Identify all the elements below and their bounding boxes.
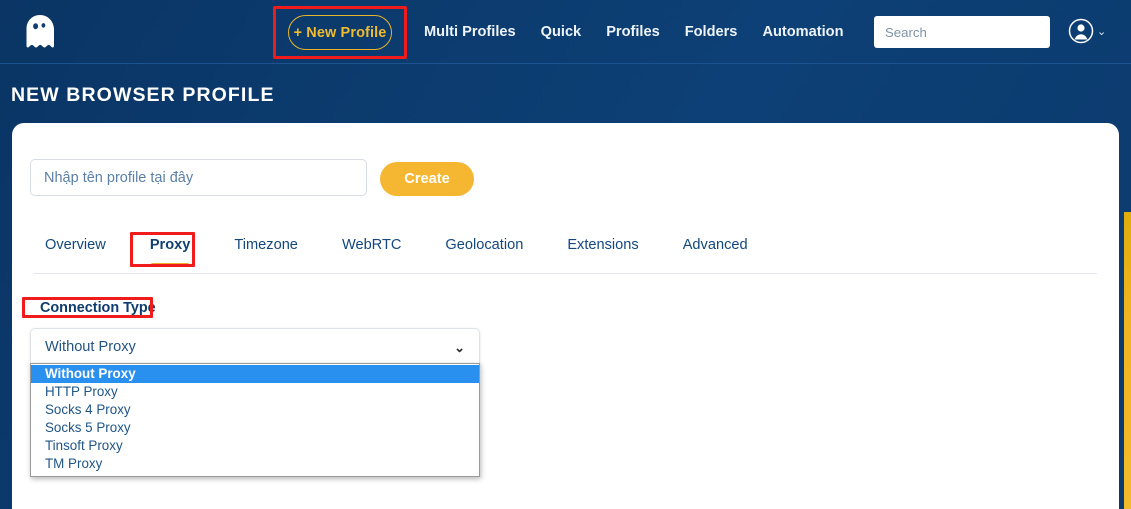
connection-type-selected-value: Without Proxy [45, 339, 136, 355]
nav-item-profiles[interactable]: Profiles [606, 24, 660, 40]
nav-item-quick[interactable]: Quick [541, 24, 582, 40]
tab-overview[interactable]: Overview [34, 235, 128, 255]
tab-proxy[interactable]: Proxy [128, 235, 213, 255]
search-input[interactable] [874, 16, 1050, 48]
new-profile-card: Create Overview Proxy Timezone WebRTC Ge… [12, 123, 1119, 509]
dropdown-option-without-proxy[interactable]: Without Proxy [31, 365, 479, 383]
tab-extensions[interactable]: Extensions [545, 235, 660, 255]
top-header-bar: + New Profile Multi Profiles Quick Profi… [0, 0, 1131, 64]
tabs-divider [34, 273, 1097, 274]
page-title: NEW BROWSER PROFILE [11, 84, 275, 106]
tab-timezone[interactable]: Timezone [212, 235, 320, 255]
ghost-logo-icon[interactable] [22, 13, 58, 51]
connection-type-label: Connection Type [40, 300, 156, 316]
tab-geolocation[interactable]: Geolocation [423, 235, 545, 255]
create-button[interactable]: Create [380, 162, 474, 196]
tab-advanced[interactable]: Advanced [661, 235, 770, 255]
chevron-down-icon: ⌄ [454, 339, 465, 355]
connection-type-dropdown[interactable]: Without Proxy HTTP Proxy Socks 4 Proxy S… [30, 363, 480, 477]
dropdown-option-socks-4-proxy[interactable]: Socks 4 Proxy [31, 401, 479, 419]
profile-name-input[interactable] [30, 159, 367, 196]
dropdown-option-socks-5-proxy[interactable]: Socks 5 Proxy [31, 419, 479, 437]
dropdown-option-tm-proxy[interactable]: TM Proxy [31, 455, 479, 473]
nav-item-automation[interactable]: Automation [762, 24, 843, 40]
ghost-icon [26, 15, 55, 48]
user-menu[interactable]: ⌄ [1068, 18, 1106, 44]
nav-item-folders[interactable]: Folders [685, 24, 738, 40]
right-edge-accent-strip [1124, 212, 1131, 509]
nav-item-multi-profiles[interactable]: Multi Profiles [424, 24, 516, 40]
new-profile-button[interactable]: + New Profile [288, 15, 392, 50]
dropdown-option-http-proxy[interactable]: HTTP Proxy [31, 383, 479, 401]
chevron-down-icon: ⌄ [1097, 25, 1107, 38]
connection-type-select[interactable]: Without Proxy ⌄ [30, 328, 480, 366]
user-avatar-icon [1068, 18, 1094, 44]
dropdown-option-tinsoft-proxy[interactable]: Tinsoft Proxy [31, 437, 479, 455]
main-navigation: Multi Profiles Quick Profiles Folders Au… [424, 0, 844, 64]
profile-tabs: Overview Proxy Timezone WebRTC Geolocati… [34, 235, 770, 255]
tab-webrtc[interactable]: WebRTC [320, 235, 423, 255]
